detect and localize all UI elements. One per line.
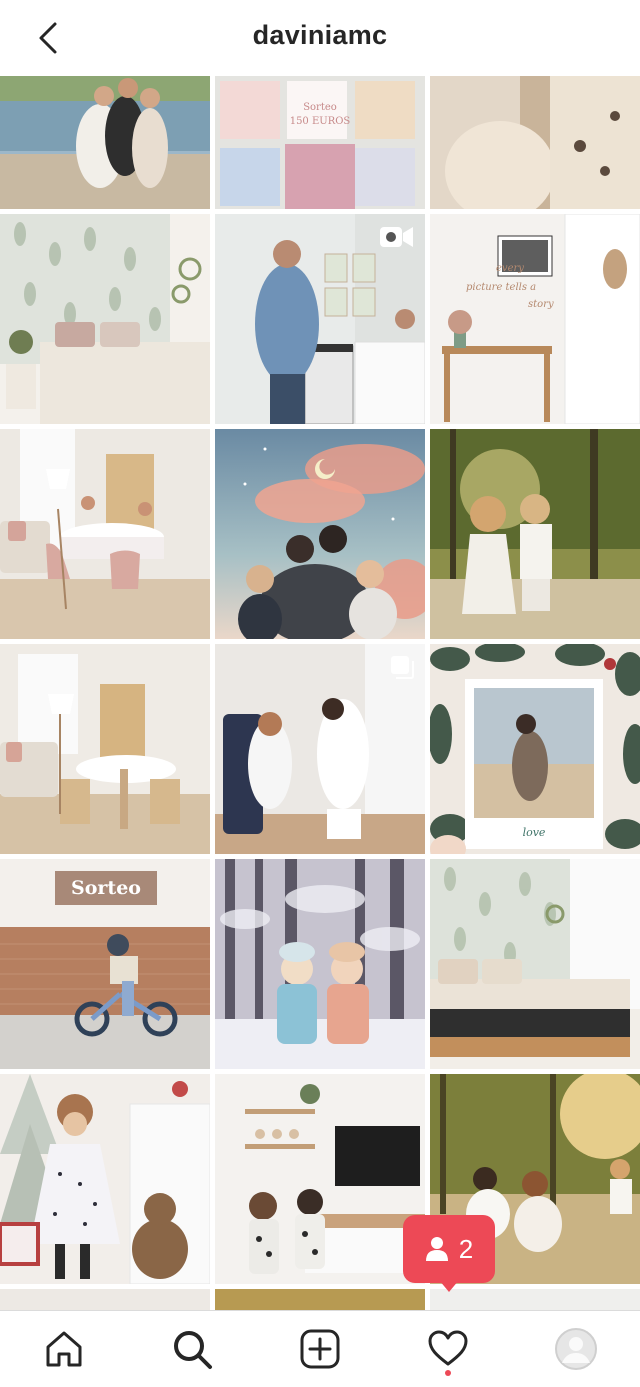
post-kids-snow[interactable] xyxy=(215,859,425,1069)
post-family-lake[interactable] xyxy=(0,76,210,209)
activity-notification-bubble[interactable]: 2 xyxy=(403,1215,495,1283)
post-partial-2[interactable] xyxy=(215,1289,425,1310)
post-partial-1[interactable] xyxy=(0,1289,210,1310)
post-polaroid-love[interactable]: love xyxy=(430,644,640,854)
post-tv-room-kids[interactable] xyxy=(215,1074,425,1284)
nav-home[interactable] xyxy=(40,1325,88,1373)
person-icon xyxy=(425,1237,448,1261)
svg-text:story: story xyxy=(528,299,554,310)
svg-text:Sorteo: Sorteo xyxy=(303,102,337,113)
svg-text:150 EUROS: 150 EUROS xyxy=(290,116,351,127)
top-bar: daviniamc xyxy=(0,0,640,76)
activity-indicator-dot xyxy=(445,1370,451,1376)
nav-activity[interactable] xyxy=(424,1325,472,1373)
post-dining-room[interactable] xyxy=(0,644,210,854)
post-girl-christmas[interactable] xyxy=(0,1074,210,1284)
sorteo-label: Sorteo xyxy=(55,871,157,905)
post-clinic-visit[interactable] xyxy=(215,644,425,854)
home-icon xyxy=(46,1331,82,1367)
bottom-navigation xyxy=(0,1310,640,1387)
video-icon xyxy=(380,227,413,247)
post-sorteo-collage[interactable]: Sorteo 150 EUROS xyxy=(215,76,425,209)
notification-count: 2 xyxy=(458,1233,474,1264)
post-kids-field[interactable] xyxy=(430,429,640,639)
nav-search[interactable] xyxy=(168,1325,216,1373)
svg-text:picture tells a: picture tells a xyxy=(466,282,536,293)
post-pregnant-belly[interactable] xyxy=(430,76,640,209)
svg-text:every: every xyxy=(496,263,524,274)
nav-profile[interactable] xyxy=(552,1325,600,1373)
post-bedroom-leaves[interactable] xyxy=(0,214,210,424)
post-kid-bike[interactable]: Sorteo xyxy=(0,859,210,1069)
plus-square-icon xyxy=(300,1329,340,1369)
post-partial-3[interactable] xyxy=(430,1289,640,1310)
post-entry-console[interactable]: every picture tells a story xyxy=(430,214,640,424)
nav-new-post[interactable] xyxy=(296,1325,344,1373)
post-bedroom-bed[interactable] xyxy=(430,859,640,1069)
post-dining-room-kids[interactable] xyxy=(0,429,210,639)
notification-tail xyxy=(439,1280,459,1292)
carousel-icon xyxy=(606,226,629,249)
avatar-icon xyxy=(555,1328,597,1370)
post-family-clouds[interactable] xyxy=(215,429,425,639)
search-icon xyxy=(174,1331,212,1369)
svg-text:love: love xyxy=(523,826,546,839)
carousel-icon xyxy=(391,656,414,679)
profile-username: daviniamc xyxy=(252,20,388,50)
post-bathroom-video[interactable] xyxy=(215,214,425,424)
heart-icon xyxy=(428,1330,468,1366)
